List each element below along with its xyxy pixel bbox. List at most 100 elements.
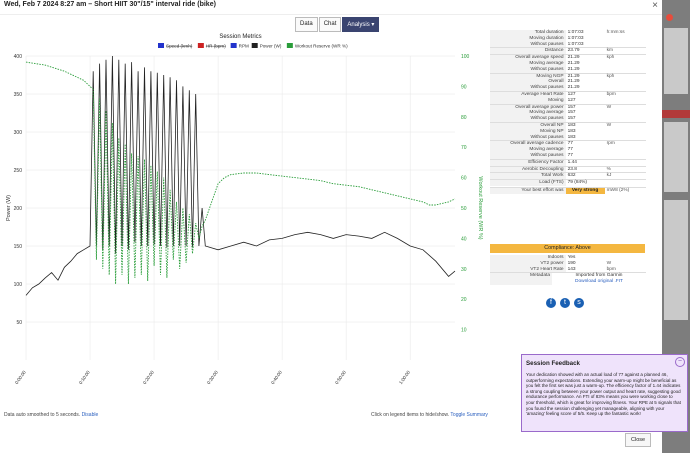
legend-swatch: [197, 43, 204, 48]
session-feedback-popup: Session Feedback – Your dedication showe…: [521, 354, 688, 432]
metadata-label: Metadata: [490, 272, 552, 285]
feedback-title: Session Feedback: [526, 360, 580, 367]
toggle-summary-link[interactable]: Toggle Summary: [450, 412, 488, 418]
best-effort-table: Your best effort was Very strong mW8 (2%…: [490, 186, 646, 194]
x-tick-label: 0:50:00: [334, 369, 347, 385]
y2-tick-label: 100: [461, 54, 470, 60]
metric-row: Total Work 632 kJ: [490, 172, 646, 180]
metric-row: Efficiency Factor 1.44: [490, 158, 646, 167]
metrics-panel-extra: Indoors Yes VT2 power 190 W VT2 Heart Rate 143…: [490, 255, 648, 285]
share-icon[interactable]: s: [574, 298, 584, 308]
metric-label: Distance: [490, 47, 566, 55]
sidebar-card: [664, 200, 688, 320]
legend-swatch: [230, 43, 237, 48]
sidebar-card: [664, 28, 688, 94]
legend-hint: Click on legend items to hide/show. Togg…: [371, 412, 488, 418]
y2-tick-label: 80: [461, 115, 467, 121]
best-effort-label: Your best effort was: [490, 186, 566, 194]
smoothing-note: Data auto smoothed to 5 seconds. Disable: [4, 412, 98, 418]
legend-hint-text: Click on legend items to hide/show.: [371, 412, 450, 418]
twitter-icon[interactable]: t: [560, 298, 570, 308]
power-series-line: [25, 55, 456, 296]
x-tick-label: 0:00:00: [14, 369, 27, 385]
legend-label: Workout Reserve (WR %): [295, 44, 348, 49]
notification-dot-icon: [666, 14, 673, 21]
y-tick-label: 200: [14, 206, 23, 212]
y2-tick-label: 20: [461, 297, 467, 303]
x-tick-label: 1:00:00: [398, 369, 411, 385]
metric-label: Efficiency Factor: [490, 158, 566, 167]
legend-item: Speed (kmh): [158, 43, 193, 49]
close-icon[interactable]: ×: [652, 0, 658, 11]
modal-title: Wed, Feb 7 2024 8:27 am – Short HIIT 30"…: [4, 1, 216, 8]
x-tick-label: 0:20:00: [142, 369, 155, 385]
legend-label: Speed (kmh): [166, 44, 193, 49]
legend-label: RPM: [239, 44, 249, 49]
compliance-badge: Compliance: Above: [490, 244, 645, 253]
best-effort-extra: mW8 (2%): [604, 186, 646, 194]
legend-swatch: [251, 43, 258, 48]
metric-value: 79 (84%): [565, 179, 605, 186]
y2-tick-label: 90: [461, 84, 467, 90]
y2-tick-label: 40: [461, 236, 467, 242]
y2-tick-label: 10: [461, 328, 467, 334]
y-tick-label: 250: [14, 168, 23, 174]
close-button[interactable]: Close: [625, 433, 652, 447]
metrics-table: Total duration 1:07:03 h:mm:ss Moving durat…: [490, 30, 646, 186]
metric-unit: [604, 158, 646, 167]
smoothing-note-text: Data auto smoothed to 5 seconds.: [4, 412, 81, 418]
metadata-table: Metadata Imported from Garmin Download o…: [490, 272, 646, 285]
metric-label: Load (FTS): [490, 179, 566, 186]
x-tick-label: 0:30:00: [206, 369, 219, 385]
sidebar-card: [664, 122, 688, 192]
metric-unit: km: [604, 47, 646, 55]
metric-row: Aerobic Decoupling 23.8%: [490, 165, 646, 173]
legend-item: Workout Reserve (WR %): [286, 43, 348, 49]
minimize-icon[interactable]: –: [675, 357, 685, 367]
y2-axis-label: Workout Reserve (WR %): [477, 176, 483, 239]
disable-smoothing-link[interactable]: Disable: [82, 412, 99, 418]
y2-tick-label: 60: [461, 176, 467, 182]
y-tick-label: 50: [16, 320, 22, 326]
session-metrics-chart: Session Metrics Speed (kmh) HR (bpm) RPM Pow…: [6, 34, 483, 385]
metric-value: 23.8: [565, 165, 605, 173]
legend-label: HR (bpm): [206, 44, 226, 49]
metric-row: Load (FTS) 79 (84%): [490, 179, 646, 186]
facebook-icon[interactable]: f: [546, 298, 556, 308]
y-tick-label: 100: [14, 282, 23, 288]
metric-label: Total Work: [490, 172, 566, 180]
legend-item: HR (bpm): [197, 43, 226, 49]
feedback-text: Your dedication showed with an actual lo…: [526, 372, 681, 417]
metrics-table-extra: Indoors Yes VT2 power 190 W VT2 Heart Rate 143…: [490, 255, 646, 273]
share-icons: f t s: [546, 298, 584, 308]
x-tick-label: 0:10:00: [78, 369, 91, 385]
sidebar-red-bar: [662, 110, 690, 118]
legend-label: Power (W): [260, 44, 282, 49]
y2-tick-label: 70: [461, 145, 467, 151]
metric-row: Distance 23.79 km: [490, 47, 646, 55]
legend-swatch: [286, 43, 293, 48]
metric-value: 1.44: [565, 158, 605, 167]
best-effort-badge: Very strong: [565, 186, 605, 194]
metric-unit: kJ: [604, 172, 646, 180]
chart-title: Session Metrics: [219, 34, 261, 40]
metric-value: 23.79: [565, 47, 605, 55]
modal-titlebar: Wed, Feb 7 2024 8:27 am – Short HIIT 30"…: [0, 0, 662, 15]
y2-tick-label: 50: [461, 206, 467, 212]
legend-item: RPM: [230, 43, 249, 49]
metric-unit: %: [604, 165, 646, 173]
y-axis-label: Power (W): [6, 195, 12, 221]
x-tick-label: 0:40:00: [270, 369, 283, 385]
legend-swatch: [158, 43, 164, 48]
metric-value: 632: [565, 172, 605, 180]
y2-tick-label: 30: [461, 267, 467, 273]
y-tick-label: 300: [14, 130, 23, 136]
y-tick-label: 400: [14, 54, 23, 60]
metric-label: Aerobic Decoupling: [490, 165, 566, 173]
metric-unit: [604, 179, 646, 186]
y-tick-label: 150: [14, 244, 23, 250]
workout-reserve-series-line: [25, 61, 456, 285]
download-fit-link[interactable]: Download original .FIT: [554, 279, 644, 285]
legend-item: Power (W): [251, 43, 282, 49]
y-tick-label: 350: [14, 92, 23, 98]
